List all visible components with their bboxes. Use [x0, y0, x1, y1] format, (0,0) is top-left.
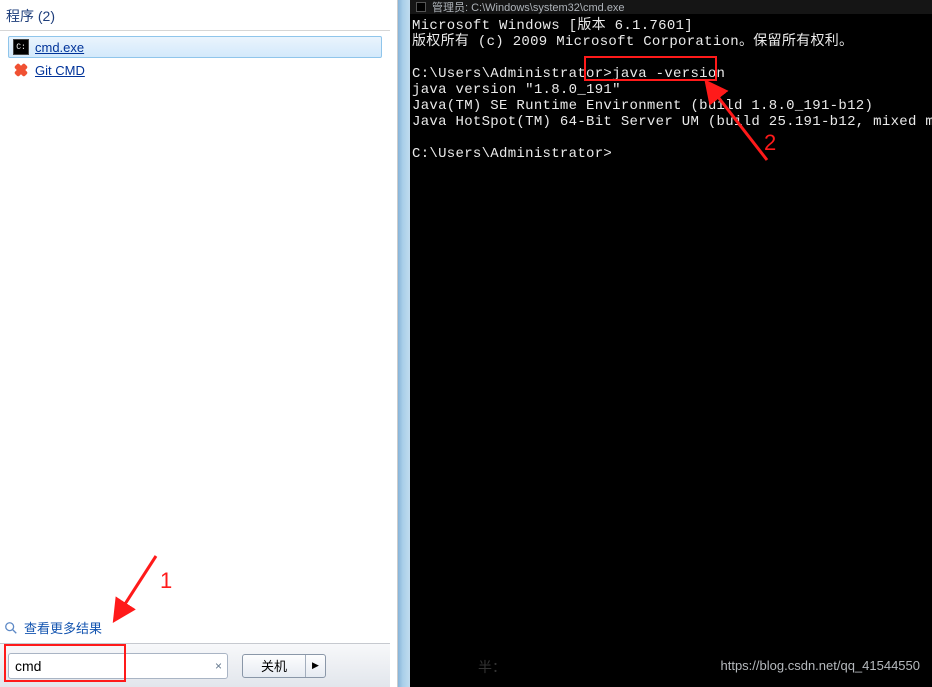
cmd-titlebar[interactable]: 管理员: C:\Windows\system32\cmd.exe	[410, 0, 932, 14]
results-category-header: 程序 (2)	[0, 0, 390, 31]
cmd-icon: C:	[13, 39, 29, 55]
shutdown-split-button: 关机 ▶	[242, 654, 326, 678]
search-results: C: cmd.exe Git CMD	[0, 31, 390, 86]
shutdown-label: 关机	[261, 656, 287, 675]
search-icon	[4, 621, 18, 635]
shutdown-options-button[interactable]: ▶	[305, 655, 325, 677]
search-input[interactable]	[8, 653, 228, 679]
cmd-titlebar-icon	[416, 2, 426, 12]
cmd-title-text: 管理员: C:\Windows\system32\cmd.exe	[432, 0, 625, 15]
git-icon	[13, 62, 29, 78]
see-more-results-label: 查看更多结果	[24, 618, 102, 637]
watermark-text: https://blog.csdn.net/qq_41544550	[721, 658, 921, 673]
annotation-number-1: 1	[160, 568, 172, 594]
result-item-cmd[interactable]: C: cmd.exe	[8, 36, 382, 58]
start-menu-pane: 程序 (2) C: cmd.exe Git CMD 查看更多结果	[0, 0, 398, 687]
result-label: cmd.exe	[35, 40, 84, 55]
start-menu: 程序 (2) C: cmd.exe Git CMD 查看更多结果	[0, 0, 390, 687]
clear-search-button[interactable]: ×	[215, 659, 222, 673]
see-more-results-link[interactable]: 查看更多结果	[4, 618, 102, 637]
result-item-git-cmd[interactable]: Git CMD	[8, 59, 382, 81]
search-wrap: ×	[8, 653, 228, 679]
cmd-window: 管理员: C:\Windows\system32\cmd.exe Microso…	[410, 0, 932, 687]
partial-text: 半：	[478, 657, 506, 677]
result-label: Git CMD	[35, 63, 85, 78]
window-edge	[398, 0, 410, 687]
start-menu-bottom-bar: × 关机 ▶	[0, 643, 390, 687]
shutdown-button[interactable]: 关机	[243, 655, 305, 677]
annotation-number-2: 2	[764, 130, 776, 156]
cmd-terminal-output[interactable]: Microsoft Windows [版本 6.1.7601] 版权所有 (c)…	[410, 14, 932, 164]
